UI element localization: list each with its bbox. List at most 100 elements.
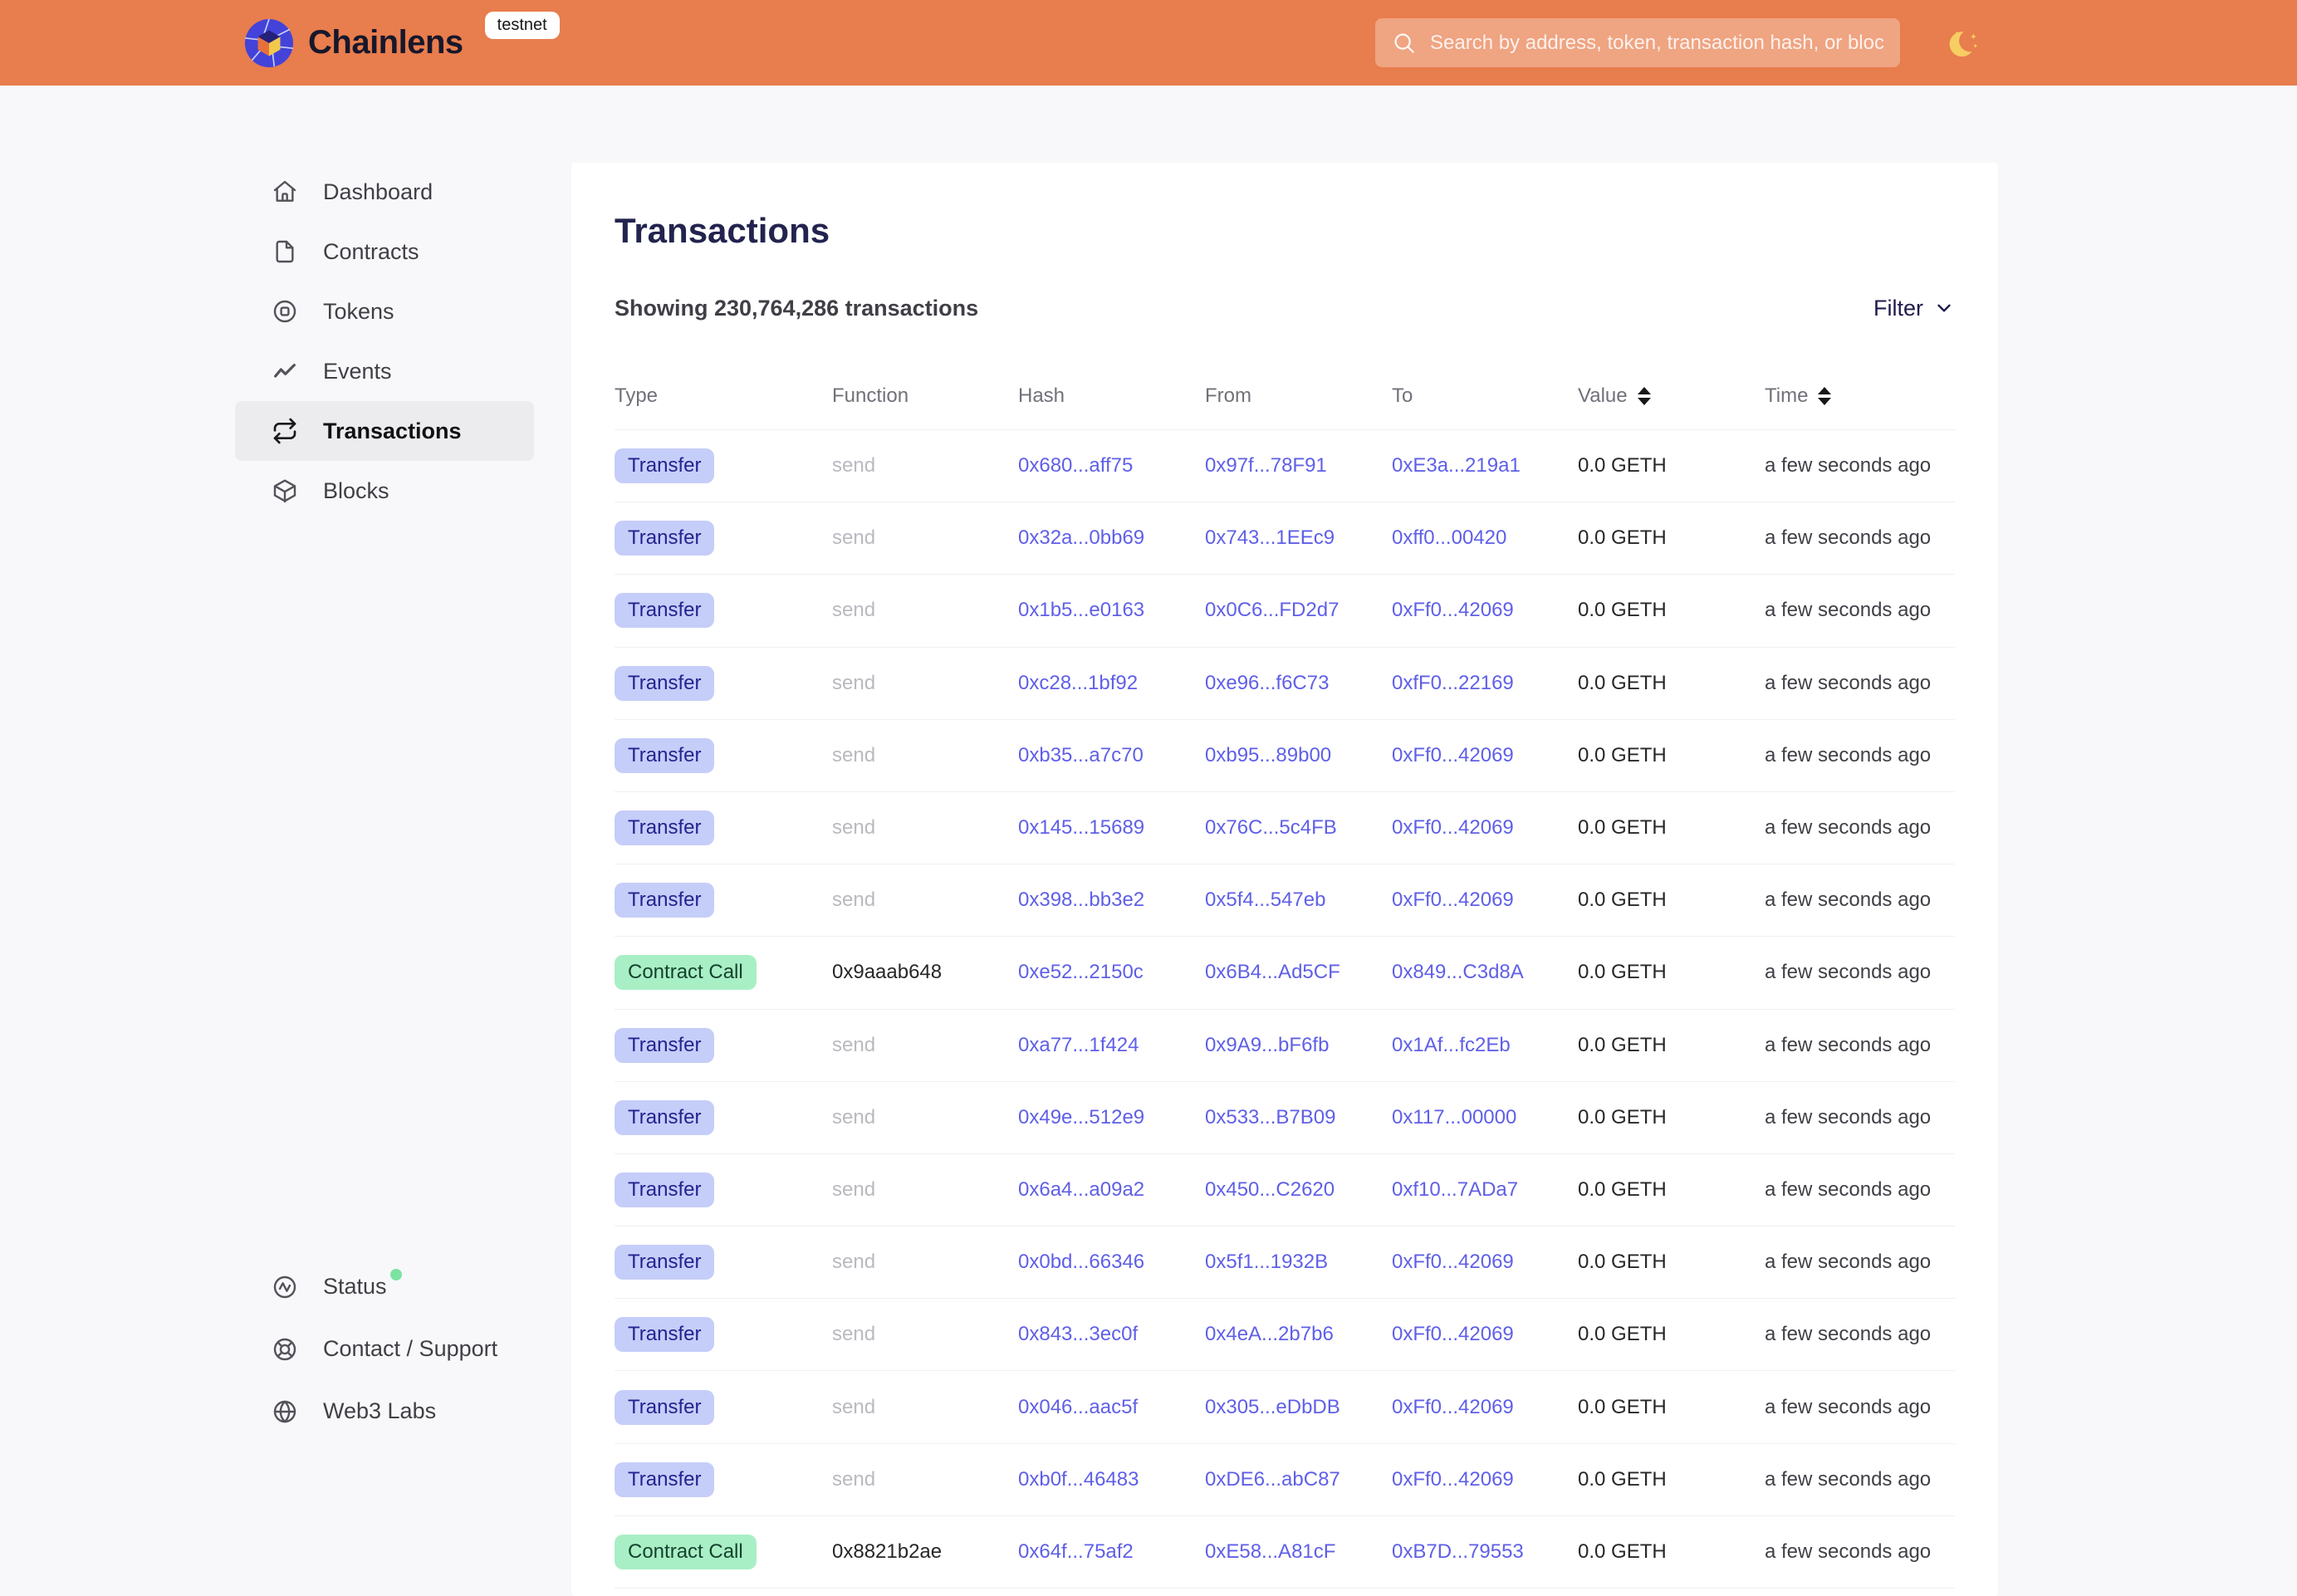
table-row: Transfer send 0xb0f...46483 0xDE6...abC8… — [615, 1444, 1955, 1516]
sort-time-icon[interactable] — [1818, 387, 1831, 405]
to-link[interactable]: 0xFf0...42069 — [1392, 889, 1514, 911]
from-link[interactable]: 0x5f4...547eb — [1205, 889, 1325, 911]
filter-button[interactable]: Filter — [1873, 296, 1955, 321]
value-cell: 0.0 GETH — [1578, 1468, 1765, 1491]
search-input[interactable] — [1430, 32, 1883, 55]
from-link[interactable]: 0xDE6...abC87 — [1205, 1468, 1340, 1491]
sidebar-item-tokens[interactable]: Tokens — [235, 282, 534, 341]
sidebar-item-blocks[interactable]: Blocks — [235, 461, 534, 521]
hash-cell: 0x046...aac5f — [1018, 1396, 1205, 1419]
from-link[interactable]: 0x9A9...bF6fb — [1205, 1034, 1329, 1056]
hash-link[interactable]: 0xe52...2150c — [1018, 961, 1144, 983]
hash-link[interactable]: 0x49e...512e9 — [1018, 1106, 1144, 1128]
to-link[interactable]: 0xFf0...42069 — [1392, 1323, 1514, 1345]
hash-link[interactable]: 0x1b5...e0163 — [1018, 599, 1144, 621]
from-link[interactable]: 0x305...eDbDB — [1205, 1396, 1340, 1418]
hash-link[interactable]: 0x32a...0bb69 — [1018, 526, 1144, 549]
time-cell: a few seconds ago — [1765, 1106, 1955, 1129]
to-cell: 0x1Af...fc2Eb — [1392, 1034, 1578, 1057]
hash-link[interactable]: 0x398...bb3e2 — [1018, 889, 1144, 911]
sidebar-item-contact-support[interactable]: Contact / Support — [235, 1318, 534, 1380]
from-link[interactable]: 0xb95...89b00 — [1205, 744, 1331, 766]
sidebar-item-contracts[interactable]: Contracts — [235, 222, 534, 282]
from-cell: 0xDE6...abC87 — [1205, 1468, 1392, 1491]
col-header-hash: Hash — [1018, 384, 1205, 408]
brand-logo[interactable]: Chainlens — [245, 19, 463, 67]
function-cell: 0x8821b2ae — [832, 1540, 1018, 1564]
repeat-icon — [272, 418, 298, 444]
to-link[interactable]: 0x117...00000 — [1392, 1106, 1516, 1128]
to-cell: 0xFf0...42069 — [1392, 816, 1578, 840]
table-row: Transfer send 0x680...aff75 0x97f...78F9… — [615, 430, 1955, 502]
hash-link[interactable]: 0x64f...75af2 — [1018, 1540, 1134, 1563]
to-link[interactable]: 0xFf0...42069 — [1392, 744, 1514, 766]
table-row: Transfer send 0x398...bb3e2 0x5f4...547e… — [615, 864, 1955, 937]
from-link[interactable]: 0xe96...f6C73 — [1205, 672, 1329, 694]
from-link[interactable]: 0x97f...78F91 — [1205, 454, 1327, 477]
sort-value-icon[interactable] — [1638, 387, 1651, 405]
type-badge: Transfer — [615, 738, 714, 773]
to-link[interactable]: 0x1Af...fc2Eb — [1392, 1034, 1511, 1056]
to-link[interactable]: 0xfF0...22169 — [1392, 672, 1514, 694]
to-link[interactable]: 0xFf0...42069 — [1392, 599, 1514, 621]
to-link[interactable]: 0xff0...00420 — [1392, 526, 1506, 549]
from-link[interactable]: 0x533...B7B09 — [1205, 1106, 1335, 1128]
hash-link[interactable]: 0x6a4...a09a2 — [1018, 1178, 1144, 1201]
sidebar-item-dashboard[interactable]: Dashboard — [235, 162, 534, 222]
from-link[interactable]: 0x6B4...Ad5CF — [1205, 961, 1340, 983]
hash-link[interactable]: 0x145...15689 — [1018, 816, 1144, 839]
hash-link[interactable]: 0xb0f...46483 — [1018, 1468, 1139, 1491]
to-link[interactable]: 0xB7D...79553 — [1392, 1540, 1524, 1563]
from-link[interactable]: 0x5f1...1932B — [1205, 1251, 1328, 1273]
sidebar-item-web3-labs[interactable]: Web3 Labs — [235, 1380, 534, 1442]
theme-toggle-button[interactable] — [1945, 23, 1985, 63]
hash-link[interactable]: 0xc28...1bf92 — [1018, 672, 1138, 694]
sidebar-item-status[interactable]: Status — [235, 1256, 534, 1318]
sidebar-item-events[interactable]: Events — [235, 341, 534, 401]
from-link[interactable]: 0x4eA...2b7b6 — [1205, 1323, 1334, 1345]
to-link[interactable]: 0xFf0...42069 — [1392, 1396, 1514, 1418]
to-link[interactable]: 0xFf0...42069 — [1392, 1251, 1514, 1273]
from-cell: 0xe96...f6C73 — [1205, 672, 1392, 695]
hash-cell: 0x6a4...a09a2 — [1018, 1178, 1205, 1202]
sidebar-item-transactions[interactable]: Transactions — [235, 401, 534, 461]
hash-link[interactable]: 0x0bd...66346 — [1018, 1251, 1144, 1273]
from-cell: 0x305...eDbDB — [1205, 1396, 1392, 1419]
table-row: Transfer send 0x1b5...e0163 0x0C6...FD2d… — [615, 575, 1955, 647]
time-cell: a few seconds ago — [1765, 744, 1955, 767]
from-cell: 0x4eA...2b7b6 — [1205, 1323, 1392, 1346]
value-cell: 0.0 GETH — [1578, 526, 1765, 550]
time-cell: a few seconds ago — [1765, 1323, 1955, 1346]
from-link[interactable]: 0x450...C2620 — [1205, 1178, 1335, 1201]
to-link[interactable]: 0xFf0...42069 — [1392, 1468, 1514, 1491]
to-link[interactable]: 0xE3a...219a1 — [1392, 454, 1521, 477]
hash-link[interactable]: 0xa77...1f424 — [1018, 1034, 1139, 1056]
home-icon — [272, 179, 298, 205]
hash-link[interactable]: 0x680...aff75 — [1018, 454, 1133, 477]
from-link[interactable]: 0x0C6...FD2d7 — [1205, 599, 1339, 621]
from-link[interactable]: 0x743...1EEc9 — [1205, 526, 1335, 549]
time-cell: a few seconds ago — [1765, 672, 1955, 695]
search-bar[interactable] — [1375, 18, 1900, 67]
hash-link[interactable]: 0x843...3ec0f — [1018, 1323, 1138, 1345]
type-badge: Transfer — [615, 448, 714, 483]
chainlens-logo-icon — [245, 19, 293, 67]
hash-link[interactable]: 0xb35...a7c70 — [1018, 744, 1144, 766]
time-cell: a few seconds ago — [1765, 526, 1955, 550]
to-link[interactable]: 0xf10...7ADa7 — [1392, 1178, 1518, 1201]
col-header-time[interactable]: Time — [1765, 384, 1955, 408]
to-link[interactable]: 0x849...C3d8A — [1392, 961, 1524, 983]
type-cell: Transfer — [615, 593, 832, 628]
type-badge: Transfer — [615, 883, 714, 918]
hash-link[interactable]: 0x046...aac5f — [1018, 1396, 1138, 1418]
to-cell: 0xB7D...79553 — [1392, 1540, 1578, 1564]
sidebar-item-label: Dashboard — [323, 179, 433, 205]
token-icon — [272, 298, 298, 325]
function-cell: send — [832, 454, 1018, 477]
to-cell: 0xFf0...42069 — [1392, 744, 1578, 767]
table-row: Transfer send 0xc28...1bf92 0xe96...f6C7… — [615, 648, 1955, 720]
col-header-value[interactable]: Value — [1578, 384, 1765, 408]
from-link[interactable]: 0xE58...A81cF — [1205, 1540, 1335, 1563]
from-link[interactable]: 0x76C...5c4FB — [1205, 816, 1337, 839]
to-link[interactable]: 0xFf0...42069 — [1392, 816, 1514, 839]
